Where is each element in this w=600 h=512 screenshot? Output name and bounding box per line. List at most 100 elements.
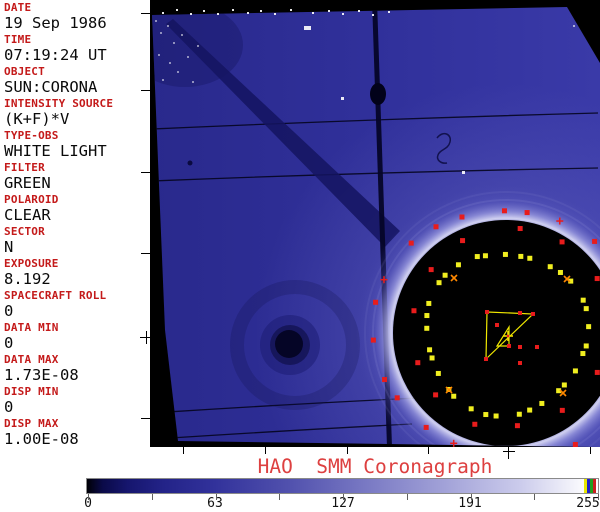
outer-red-ring-cross xyxy=(383,276,385,284)
bottom-edge-tick xyxy=(590,447,591,454)
film-speckle xyxy=(187,56,189,58)
inner-yellow-ring-dot xyxy=(482,253,488,259)
colorbar-tick xyxy=(279,494,281,500)
inner-yellow-ring-dot xyxy=(468,406,474,412)
field-label: DATA MAX xyxy=(4,353,59,366)
inner-yellow-ring-dot xyxy=(547,264,553,270)
inner-yellow-ring-dot xyxy=(493,413,499,419)
film-speckle xyxy=(217,13,219,15)
film-speckle xyxy=(177,71,179,73)
mid-red-ring-dot xyxy=(594,369,600,375)
inner-yellow-ring-dot xyxy=(483,412,489,418)
inner-yellow-ring-dot xyxy=(455,262,461,268)
film-speckle xyxy=(328,10,330,12)
inner-yellow-ring-dot xyxy=(527,407,533,413)
film-speckle xyxy=(274,13,276,15)
field-label: POLAROID xyxy=(4,193,59,206)
film-speckle xyxy=(169,62,171,64)
mid-red-ring-dot xyxy=(460,238,466,244)
film-speckle xyxy=(232,9,234,11)
vertex-dot xyxy=(495,323,499,327)
field-value: (K+F)*V xyxy=(4,110,70,128)
field-label: DISP MAX xyxy=(4,417,59,430)
inner-yellow-ring-dot xyxy=(502,251,508,257)
field-filter: FILTER GREEN xyxy=(4,162,150,192)
exposed-frame xyxy=(152,7,600,447)
field-value: 19 Sep 1986 xyxy=(4,14,107,32)
film-speckle xyxy=(304,26,311,30)
field-date: DATE 19 Sep 1986 xyxy=(4,2,150,32)
film-speckle xyxy=(162,12,164,14)
outer-red-ring-dot xyxy=(592,238,598,244)
outer-red-ring-dot xyxy=(524,210,530,216)
film-speckle xyxy=(192,81,194,83)
field-value: 1.00E-08 xyxy=(4,430,79,448)
vertex-dot xyxy=(507,344,511,348)
pylon-blob xyxy=(370,83,386,105)
field-label: EXPOSURE xyxy=(4,257,59,270)
inner-yellow-ring-dot xyxy=(572,368,578,374)
film-speckle xyxy=(341,97,344,100)
inner-yellow-ring-dot xyxy=(561,382,567,388)
field-value: SUN:CORONA xyxy=(4,78,98,96)
inner-yellow-ring-dot xyxy=(426,300,432,306)
field-polaroid: POLAROID CLEAR xyxy=(4,194,150,224)
field-label: DISP MIN xyxy=(4,385,59,398)
film-speckle xyxy=(176,9,178,11)
outer-red-ring-dot xyxy=(394,395,400,401)
film-speckle xyxy=(372,14,374,16)
inner-yellow-ring-dot xyxy=(424,313,430,319)
outer-red-ring-cross xyxy=(452,439,455,447)
field-data-max: DATA MAX 1.73E-08 xyxy=(4,354,150,384)
field-label: OBJECT xyxy=(4,65,45,78)
vertex-dot xyxy=(518,361,522,365)
field-label: SECTOR xyxy=(4,225,45,238)
film-speckle xyxy=(290,9,292,11)
field-time: TIME 07:19:24 UT xyxy=(4,34,150,64)
film-speckle xyxy=(155,20,157,22)
vertex-dot xyxy=(485,310,489,314)
inner-yellow-ring-dot xyxy=(429,355,435,361)
vertex-dot xyxy=(484,357,488,361)
inner-yellow-ring-dot xyxy=(436,280,442,286)
inner-yellow-ring-dot xyxy=(474,254,480,260)
colorbar xyxy=(86,478,599,494)
mid-red-ring-dot xyxy=(517,226,523,232)
outer-red-ring-dot xyxy=(382,377,388,383)
mid-red-ring-dot xyxy=(594,276,600,282)
outer-red-ring-dot xyxy=(501,208,507,214)
page-title: HAO SMM Coronagraph xyxy=(257,455,493,478)
inner-yellow-ring-dot xyxy=(580,351,586,357)
field-data-min: DATA MIN 0 xyxy=(4,322,150,352)
mid-red-ring-dot xyxy=(514,423,520,429)
mid-red-ring-dot xyxy=(472,421,478,427)
vertex-dot xyxy=(535,345,539,349)
field-label: TYPE-OBS xyxy=(4,129,59,142)
inner-yellow-ring-dot xyxy=(586,324,592,330)
mid-red-ring-dot xyxy=(433,392,439,398)
inner-yellow-ring-dot xyxy=(539,400,545,406)
film-speckle xyxy=(358,10,360,12)
colorbar-tick xyxy=(598,494,599,500)
field-value: WHITE LIGHT xyxy=(4,142,107,160)
field-value: N xyxy=(4,238,14,256)
dark-speck xyxy=(187,160,193,166)
colorbar-gradient xyxy=(87,479,598,493)
film-speckle xyxy=(167,25,169,27)
colorbar-tick xyxy=(88,494,89,500)
inner-yellow-ring-dot xyxy=(451,393,457,399)
field-disp-min: DISP MIN 0 xyxy=(4,386,150,416)
outer-red-ring-dot xyxy=(408,240,414,246)
field-value: 0 xyxy=(4,398,14,416)
film-speckle xyxy=(173,42,175,44)
inner-yellow-ring-dot xyxy=(424,325,430,331)
colorbar-tick xyxy=(470,494,472,500)
metadata-panel: DATE 19 Sep 1986 TIME 07:19:24 UT OBJECT SU… xyxy=(0,0,150,448)
film-speckle xyxy=(342,13,344,15)
field-value: 8.192 xyxy=(4,270,51,288)
inner-yellow-ring-dot xyxy=(557,269,563,275)
field-exposure: EXPOSURE 8.192 xyxy=(4,258,150,288)
field-label: TIME xyxy=(4,33,32,46)
film-speckle xyxy=(160,32,162,34)
film-speckle xyxy=(312,12,314,14)
